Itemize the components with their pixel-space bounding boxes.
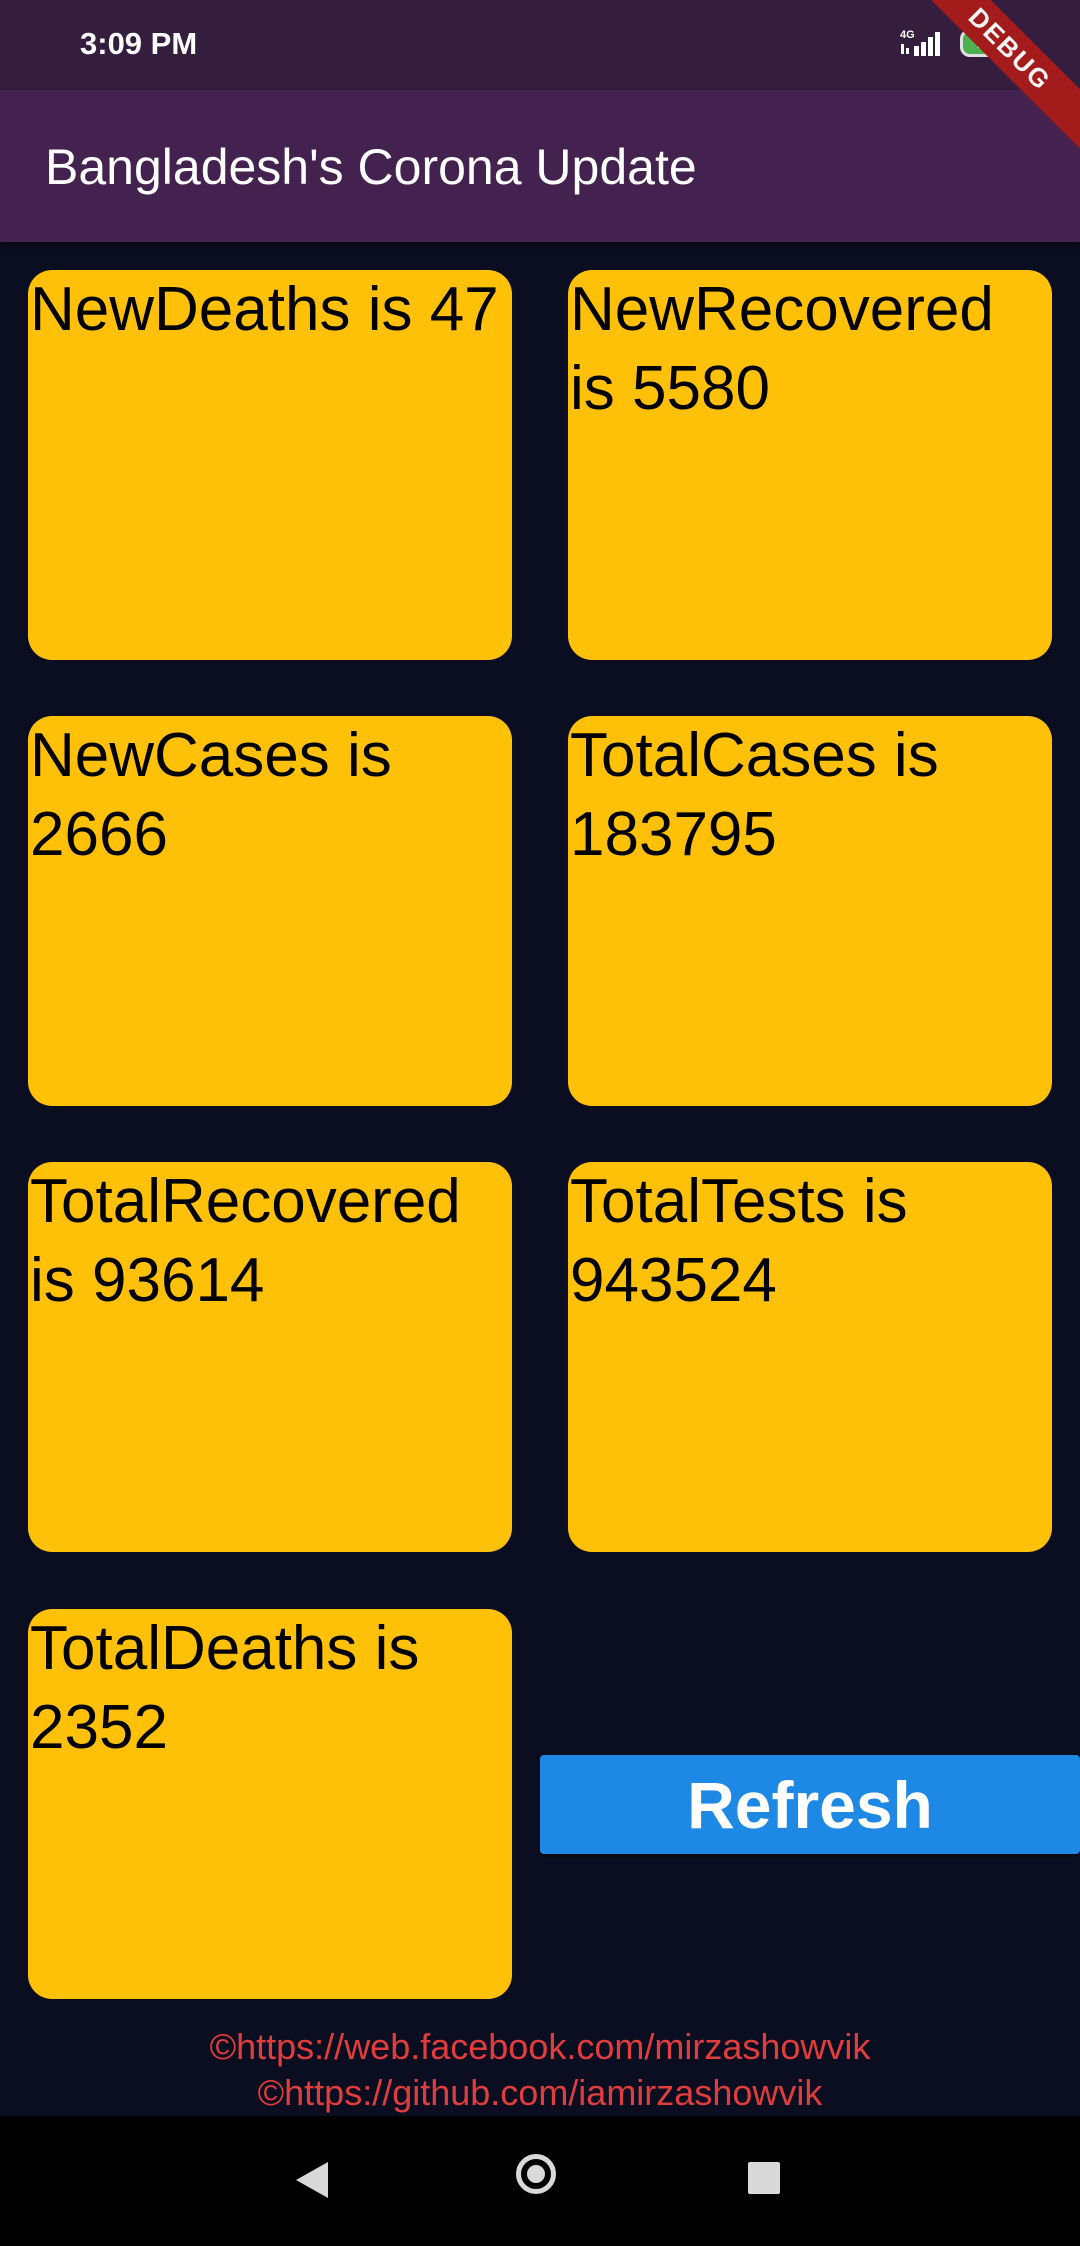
stat-card-label: NewDeaths is 47 xyxy=(30,275,499,344)
footer: ©https://web.facebook.com/mirzashowvik ©… xyxy=(0,2024,1080,2116)
stat-card-total-tests: TotalTests is 943524 xyxy=(568,1162,1052,1552)
stat-card-new-recovered: NewRecovered is 5580 xyxy=(568,270,1052,660)
stat-card-new-deaths: NewDeaths is 47 xyxy=(28,270,512,660)
network-type-label: 4G xyxy=(900,29,915,41)
status-time: 3:09 PM xyxy=(80,26,198,61)
refresh-button[interactable]: Refresh xyxy=(540,1755,1080,1854)
stat-card-label: NewCases is 2666 xyxy=(30,721,392,869)
recents-icon[interactable] xyxy=(748,2162,780,2194)
signal-icon: 4G xyxy=(900,29,940,56)
stat-card-new-cases: NewCases is 2666 xyxy=(28,716,512,1106)
stat-card-total-deaths: TotalDeaths is 2352 xyxy=(28,1609,512,1999)
facebook-link[interactable]: ©https://web.facebook.com/mirzashowvik xyxy=(0,2024,1080,2070)
stat-card-total-recovered: TotalRecovered is 93614 xyxy=(28,1162,512,1552)
status-bar: 3:09 PM 4G 100 xyxy=(0,0,1080,90)
app-title: Bangladesh's Corona Update xyxy=(45,139,697,195)
app-bar: Bangladesh's Corona Update xyxy=(0,90,1080,242)
github-link[interactable]: ©https://github.com/iamirzashowvik xyxy=(0,2070,1080,2116)
stat-card-total-cases: TotalCases is 183795 xyxy=(568,716,1052,1106)
stat-card-label: TotalCases is 183795 xyxy=(570,721,939,869)
stat-card-label: TotalTests is 943524 xyxy=(570,1167,908,1315)
system-nav-bar xyxy=(0,2116,1080,2246)
stat-card-label: TotalDeaths is 2352 xyxy=(30,1614,420,1762)
back-icon[interactable] xyxy=(296,2162,328,2198)
stat-card-label: NewRecovered is 5580 xyxy=(570,275,994,423)
stat-card-label: TotalRecovered is 93614 xyxy=(30,1167,461,1315)
home-icon[interactable] xyxy=(516,2154,556,2194)
